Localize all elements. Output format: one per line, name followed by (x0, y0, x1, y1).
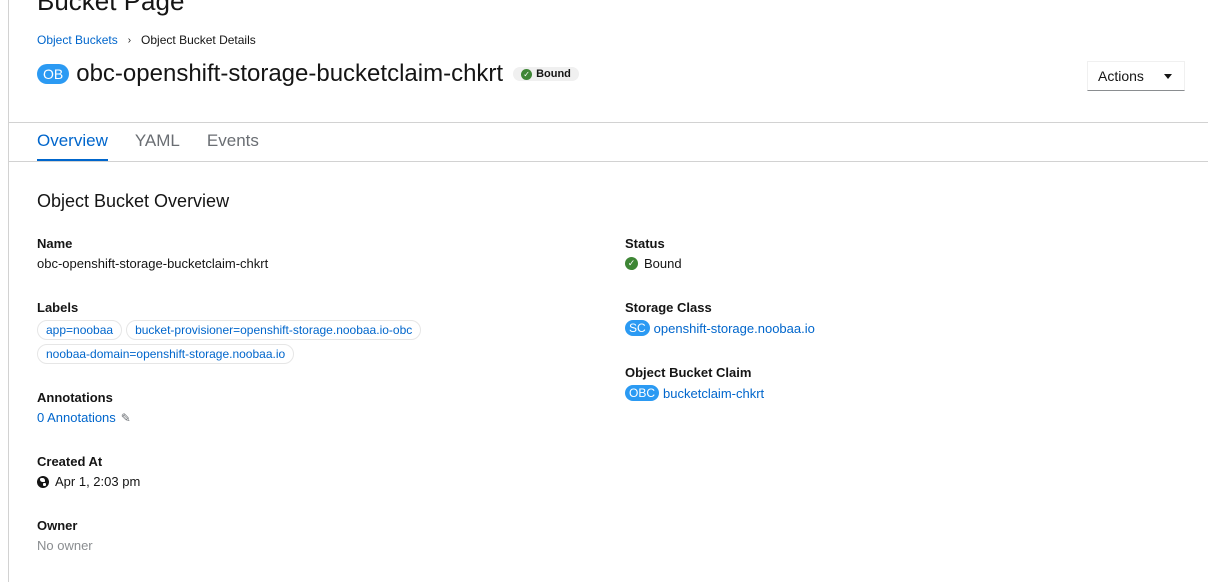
created-at-timestamp: Apr 1, 2:03 pm (55, 474, 141, 489)
storage-class-value: SC openshift-storage.noobaa.io (625, 320, 815, 336)
labels-label: Labels (37, 300, 79, 315)
status-text: Bound (644, 256, 682, 271)
globe-icon (37, 475, 49, 488)
name-field: Name obc-openshift-storage-bucketclaim-c… (37, 236, 268, 271)
breadcrumb-object-buckets-link[interactable]: Object Buckets (37, 33, 118, 47)
status-label: Status (625, 236, 665, 251)
annotations-link[interactable]: 0 Annotations (37, 410, 116, 425)
created-at-field: Created At Apr 1, 2:03 pm (37, 454, 140, 489)
bucket-claim-label: Object Bucket Claim (625, 365, 752, 380)
clipped-page-header: Bucket Page (37, 0, 185, 16)
owner-value: No owner (37, 538, 93, 553)
left-border (8, 0, 9, 582)
created-at-value: Apr 1, 2:03 pm (37, 474, 140, 489)
status-badge: ✓ Bound (513, 67, 579, 81)
storage-class-badge: SC (625, 320, 650, 336)
status-field: Status ✓ Bound (625, 236, 682, 271)
pencil-icon[interactable]: ✎ (121, 411, 131, 425)
name-value: obc-openshift-storage-bucketclaim-chkrt (37, 256, 269, 271)
bucket-claim-field: Object Bucket Claim OBC bucketclaim-chkr… (625, 365, 764, 401)
label-chip[interactable]: app=noobaa (37, 320, 123, 340)
actions-dropdown-label: Actions (1098, 68, 1144, 84)
labels-list: app=noobaa bucket-provisioner=openshift-… (37, 320, 497, 364)
chevron-right-icon: › (127, 34, 132, 46)
owner-label: Owner (37, 518, 78, 533)
check-circle-icon: ✓ (521, 68, 533, 80)
annotations-field: Annotations 0 Annotations ✎ (37, 390, 131, 425)
page-title-row: OB obc-openshift-storage-bucketclaim-chk… (37, 60, 579, 88)
annotations-value: 0 Annotations ✎ (37, 410, 131, 425)
storage-class-label: Storage Class (625, 300, 712, 315)
breadcrumb-current: Object Bucket Details (141, 33, 256, 47)
storage-class-field: Storage Class SC openshift-storage.nooba… (625, 300, 815, 336)
bucket-claim-link[interactable]: bucketclaim-chkrt (663, 386, 764, 401)
page-title: obc-openshift-storage-bucketclaim-chkrt (76, 60, 504, 87)
actions-dropdown[interactable]: Actions (1087, 61, 1185, 91)
check-circle-icon: ✓ (625, 257, 638, 270)
created-at-label: Created At (37, 454, 103, 469)
bucket-claim-badge: OBC (625, 385, 660, 401)
status-badge-label: Bound (536, 68, 571, 80)
tab-overview[interactable]: Overview (37, 131, 108, 161)
tab-bar: Overview YAML Events (37, 131, 286, 161)
header-divider (8, 122, 1208, 123)
label-chip[interactable]: bucket-provisioner=openshift-storage.noo… (126, 320, 422, 340)
tab-yaml[interactable]: YAML (135, 131, 180, 159)
storage-class-link[interactable]: openshift-storage.noobaa.io (654, 321, 815, 336)
annotations-label: Annotations (37, 390, 113, 405)
caret-down-icon (1164, 73, 1172, 79)
bucket-claim-value: OBC bucketclaim-chkrt (625, 385, 764, 401)
tab-events[interactable]: Events (207, 131, 259, 159)
resource-type-badge: OB (37, 64, 70, 84)
section-title: Object Bucket Overview (37, 191, 230, 211)
breadcrumb: Object Buckets › Object Bucket Details (37, 33, 256, 47)
name-label: Name (37, 236, 73, 251)
label-chip[interactable]: noobaa-domain=openshift-storage.noobaa.i… (37, 344, 295, 364)
owner-field: Owner No owner (37, 518, 93, 553)
status-value: ✓ Bound (625, 256, 682, 271)
labels-field: Labels app=noobaa bucket-provisioner=ope… (37, 300, 497, 364)
tabs-divider (8, 161, 1208, 162)
